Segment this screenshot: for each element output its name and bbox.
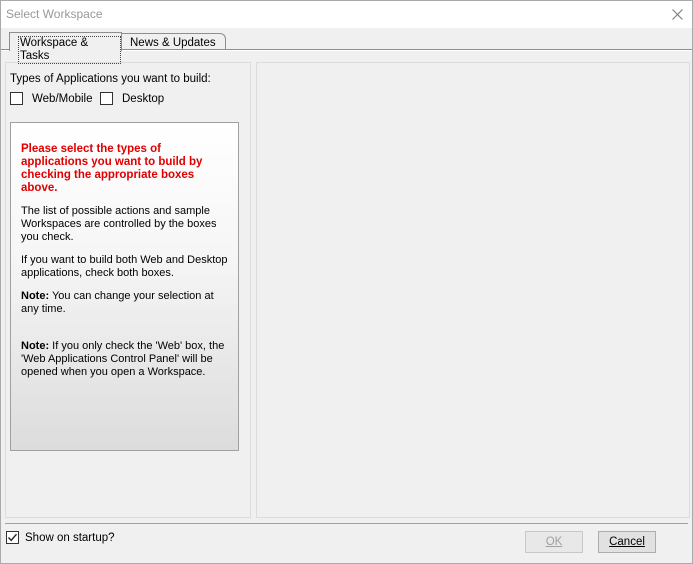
note-1-label: Note: — [21, 290, 50, 302]
desktop-checkbox[interactable] — [100, 92, 113, 105]
checkmark-icon — [7, 533, 18, 542]
note-2-text: If you only check the 'Web' box, the 'We… — [21, 340, 225, 378]
app-types-label: Types of Applications you want to build: — [10, 73, 211, 85]
web-mobile-label: Web/Mobile — [32, 92, 93, 105]
show-on-startup-label: Show on startup? — [25, 531, 115, 544]
web-mobile-checkbox-row[interactable]: Web/Mobile — [10, 92, 93, 105]
note-1: Note: You can change your selection at a… — [21, 290, 229, 316]
desktop-checkbox-row[interactable]: Desktop — [100, 92, 164, 105]
cancel-button[interactable]: Cancel — [598, 531, 656, 553]
window-title: Select Workspace — [6, 7, 103, 21]
note-1-text: You can change your selection at any tim… — [21, 290, 214, 315]
info-paragraph-1: The list of possible actions and sample … — [21, 205, 217, 243]
tab-label: Workspace & Tasks — [18, 36, 121, 64]
footer-divider — [5, 523, 688, 524]
ok-button-label: OK — [545, 536, 563, 548]
desktop-label: Desktop — [122, 92, 165, 105]
tab-strip: Workspace & Tasks News & Updates — [1, 28, 692, 64]
tab-workspace-tasks[interactable]: Workspace & Tasks — [9, 32, 122, 64]
show-on-startup-checkbox[interactable] — [6, 531, 19, 544]
show-on-startup-row[interactable]: Show on startup? — [6, 531, 115, 544]
close-button[interactable] — [662, 1, 692, 28]
selection-warning: Please select the types of applications … — [21, 143, 203, 194]
close-icon — [671, 9, 683, 20]
tab-label: News & Updates — [130, 37, 216, 49]
right-panel — [256, 62, 690, 518]
tab-news-updates[interactable]: News & Updates — [121, 33, 226, 50]
web-mobile-checkbox[interactable] — [10, 92, 23, 105]
cancel-button-label: Cancel — [609, 536, 645, 548]
ok-button[interactable]: OK — [525, 531, 583, 553]
note-2: Note: If you only check the 'Web' box, t… — [21, 340, 229, 379]
title-bar: Select Workspace — [1, 1, 692, 28]
left-panel: Types of Applications you want to build:… — [5, 62, 251, 518]
info-paragraph-2: If you want to build both Web and Deskto… — [21, 254, 228, 279]
info-box: Please select the types of applications … — [10, 122, 239, 451]
select-workspace-dialog: Select Workspace Workspace & Tasks News … — [0, 0, 693, 564]
note-2-label: Note: — [21, 340, 50, 352]
